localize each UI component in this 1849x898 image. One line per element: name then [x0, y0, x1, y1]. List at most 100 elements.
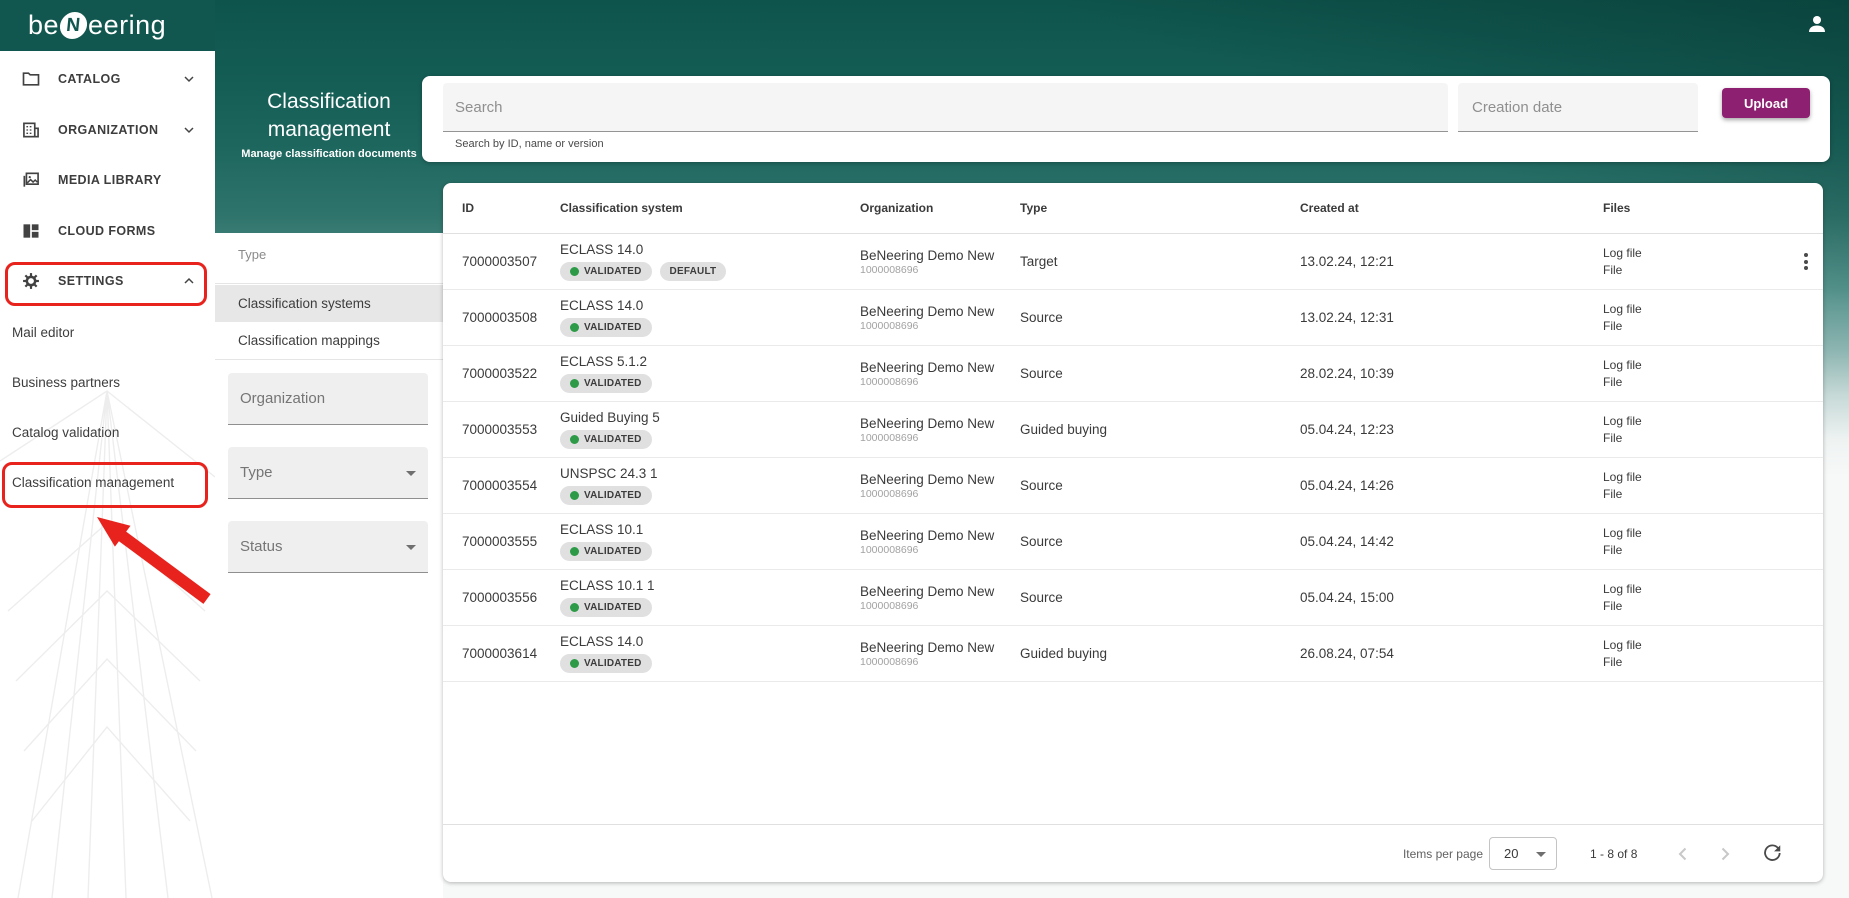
validated-dot-icon: [570, 659, 579, 668]
table-body: 7000003507 ECLASS 14.0 VALIDATED DEFAULT …: [443, 234, 1823, 682]
beneering-logo: be Neering: [28, 10, 166, 41]
logo-n-mark-icon: N: [58, 12, 89, 39]
column-header-id: ID: [462, 201, 474, 215]
row-id: 7000003554: [462, 478, 538, 493]
sidebar-item-organization[interactable]: ORGANIZATION: [0, 110, 215, 150]
sidebar-item-label: Business partners: [12, 374, 121, 390]
filter-tab-classification-systems[interactable]: Classification systems: [215, 285, 443, 322]
page-size-select[interactable]: 20: [1489, 837, 1557, 870]
logo-text-suffix: eering: [88, 10, 167, 40]
validated-dot-icon: [570, 547, 579, 556]
file-link[interactable]: File: [1603, 598, 1642, 615]
file-link[interactable]: File: [1603, 486, 1642, 503]
organization-filter-input[interactable]: [228, 373, 428, 425]
folder-icon: [20, 68, 42, 90]
filter-tab-classification-mappings[interactable]: Classification mappings: [215, 322, 443, 359]
previous-page-icon[interactable]: [1671, 842, 1695, 866]
validated-badge: VALIDATED: [560, 654, 652, 673]
classification-system-name: ECLASS 10.1 1: [560, 578, 655, 593]
row-menu-kebab-icon[interactable]: [1795, 251, 1817, 273]
created-at-value: 26.08.24, 07:54: [1300, 646, 1394, 661]
validated-dot-icon: [570, 323, 579, 332]
table-row[interactable]: 7000003508 ECLASS 14.0 VALIDATED BeNeeri…: [443, 290, 1823, 346]
validated-dot-icon: [570, 379, 579, 388]
chevron-down-icon: [181, 71, 197, 87]
file-link[interactable]: File: [1603, 262, 1642, 279]
organization-name: BeNeering Demo New: [860, 415, 995, 431]
upload-button[interactable]: Upload: [1722, 88, 1810, 118]
media-library-icon: [20, 169, 42, 191]
type-value: Target: [1020, 254, 1058, 269]
log-file-link[interactable]: Log file: [1603, 245, 1642, 262]
classification-system-name: ECLASS 14.0: [560, 242, 644, 257]
next-page-icon[interactable]: [1713, 842, 1737, 866]
table-row[interactable]: 7000003507 ECLASS 14.0 VALIDATED DEFAULT …: [443, 234, 1823, 290]
cloud-forms-icon: [20, 220, 42, 242]
filter-group-label: Type: [238, 247, 267, 262]
sidebar-item-settings[interactable]: SETTINGS: [0, 261, 215, 301]
type-filter-dropdown[interactable]: Type: [228, 447, 428, 499]
row-id: 7000003522: [462, 366, 538, 381]
status-badges: VALIDATED: [560, 654, 652, 673]
sidebar-item-mail-editor[interactable]: Mail editor: [0, 312, 215, 352]
sidebar-item-classification-management[interactable]: Classification management: [0, 463, 215, 503]
log-file-link[interactable]: Log file: [1603, 301, 1642, 318]
table-row[interactable]: 7000003553 Guided Buying 5 VALIDATED BeN…: [443, 402, 1823, 458]
organization-filter-input-field[interactable]: [228, 390, 428, 407]
file-link[interactable]: File: [1603, 318, 1642, 335]
created-at-value: 13.02.24, 12:21: [1300, 254, 1394, 269]
search-input[interactable]: [443, 83, 1448, 132]
app-root: be Neering CATALOG ORGANIZATION MEDIA LIBRA…: [0, 0, 1849, 898]
column-header-type: Type: [1020, 201, 1048, 215]
type-value: Source: [1020, 590, 1063, 605]
creation-date-input[interactable]: [1458, 83, 1698, 132]
person-icon[interactable]: [1805, 12, 1829, 36]
sidebar-item-business-partners[interactable]: Business partners: [0, 362, 215, 402]
type-value: Guided buying: [1020, 646, 1108, 661]
type-value: Source: [1020, 478, 1063, 493]
table-row[interactable]: 7000003554 UNSPSC 24.3 1 VALIDATED BeNee…: [443, 458, 1823, 514]
chevron-down-icon: [406, 544, 416, 550]
file-link[interactable]: File: [1603, 654, 1642, 671]
table-row[interactable]: 7000003556 ECLASS 10.1 1 VALIDATED BeNee…: [443, 570, 1823, 626]
table-row[interactable]: 7000003522 ECLASS 5.1.2 VALIDATED BeNeer…: [443, 346, 1823, 402]
log-file-link[interactable]: Log file: [1603, 357, 1642, 374]
classification-system-name: ECLASS 10.1: [560, 522, 644, 537]
file-link[interactable]: File: [1603, 374, 1642, 391]
created-at-value: 05.04.24, 12:23: [1300, 422, 1394, 437]
divider: [215, 359, 443, 360]
log-file-link[interactable]: Log file: [1603, 525, 1642, 542]
created-at-value: 05.04.24, 14:42: [1300, 534, 1394, 549]
log-file-link[interactable]: Log file: [1603, 637, 1642, 654]
row-id: 7000003555: [462, 534, 538, 549]
sidebar-item-media-library[interactable]: MEDIA LIBRARY: [0, 160, 215, 200]
validated-badge: VALIDATED: [560, 374, 652, 393]
sidebar-item-catalog-validation[interactable]: Catalog validation: [0, 413, 215, 453]
created-at-value: 05.04.24, 15:00: [1300, 590, 1394, 605]
organization-id: 1000008696: [860, 655, 919, 668]
refresh-icon[interactable]: [1761, 842, 1783, 864]
logo-text-prefix: be: [28, 10, 60, 40]
table-row[interactable]: 7000003614 ECLASS 14.0 VALIDATED BeNeeri…: [443, 626, 1823, 682]
dropdown-placeholder: Status: [240, 538, 283, 555]
table-row[interactable]: 7000003555 ECLASS 10.1 VALIDATED BeNeeri…: [443, 514, 1823, 570]
page-header: Classification management Manage classif…: [215, 51, 443, 233]
sidebar-item-catalog[interactable]: CATALOG: [0, 59, 215, 99]
row-id: 7000003553: [462, 422, 538, 437]
log-file-link[interactable]: Log file: [1603, 581, 1642, 598]
status-filter-dropdown[interactable]: Status: [228, 521, 428, 573]
sidebar-item-label: Catalog validation: [12, 425, 120, 441]
sidebar-item-cloud-forms[interactable]: CLOUD FORMS: [0, 211, 215, 251]
organization-name: BeNeering Demo New: [860, 303, 995, 319]
sidebar-item-label: Classification management: [12, 475, 175, 491]
status-badges: VALIDATED: [560, 318, 652, 337]
file-link[interactable]: File: [1603, 430, 1642, 447]
log-file-link[interactable]: Log file: [1603, 469, 1642, 486]
filter-tab-label: Classification systems: [238, 296, 371, 311]
items-per-page-label: Items per page: [1402, 846, 1483, 861]
log-file-link[interactable]: Log file: [1603, 413, 1642, 430]
type-value: Source: [1020, 366, 1063, 381]
validated-badge: VALIDATED: [560, 430, 652, 449]
organization-id: 1000008696: [860, 319, 919, 332]
file-link[interactable]: File: [1603, 542, 1642, 559]
